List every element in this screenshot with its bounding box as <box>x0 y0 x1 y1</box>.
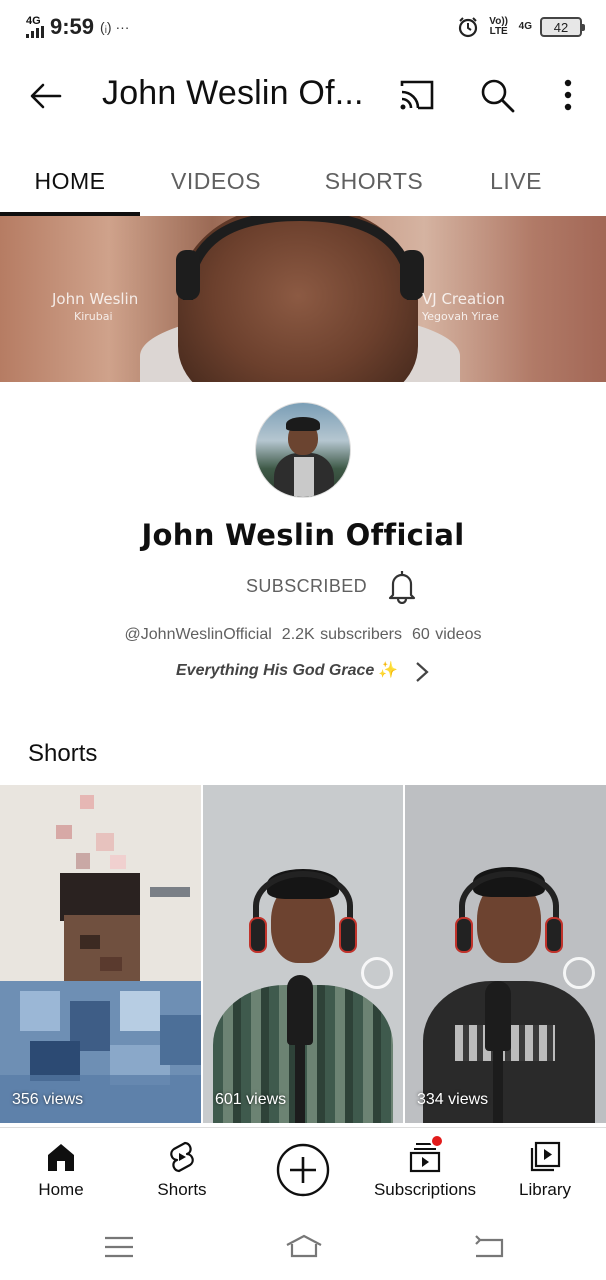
cast-icon[interactable] <box>398 78 436 112</box>
short-views: 334 views <box>417 1091 489 1108</box>
nav-subscriptions[interactable]: Subscriptions <box>368 1128 482 1218</box>
banner-right-subtitle: Yegovah Yirae <box>422 310 499 323</box>
subscribe-row: SUBSCRIBED <box>0 566 606 610</box>
subscribed-button[interactable]: SUBSCRIBED <box>246 576 367 597</box>
subscriber-count: 2.2K subscribers <box>281 626 402 643</box>
video-count: 60 videos <box>411 626 482 643</box>
hotspot-icon: (ᵢ) ··· <box>100 19 130 35</box>
nav-subscriptions-label: Subscriptions <box>373 1180 477 1199</box>
description-text: Everything His God Grace <box>176 662 375 679</box>
channel-banner: John Weslin Kirubai VJ Creation Yegovah … <box>0 216 606 382</box>
sparkle-icon: ✨ <box>378 662 399 679</box>
system-navigation-bar <box>0 1218 606 1280</box>
home-button-icon[interactable] <box>284 1232 324 1262</box>
menu-icon[interactable] <box>102 1232 136 1262</box>
short-thumbnail[interactable]: 334 views <box>405 785 606 1123</box>
bottom-navigation: Home Shorts Subscriptions Library <box>0 1128 606 1218</box>
short-thumbnail[interactable]: 601 views <box>203 785 403 1123</box>
shorts-icon <box>170 1141 194 1173</box>
back-button-icon[interactable] <box>472 1232 506 1262</box>
library-icon <box>530 1141 561 1172</box>
nav-home-label: Home <box>38 1180 84 1199</box>
chevron-right-icon[interactable] <box>414 660 430 684</box>
network-indicator-right: 4G <box>518 21 532 32</box>
tab-live[interactable]: LIVE <box>456 146 576 216</box>
short-views: 356 views <box>12 1091 84 1108</box>
network-type: 4G <box>26 15 41 27</box>
notification-dot <box>430 1134 444 1148</box>
channel-tabs: HOME VIDEOS SHORTS LIVE <box>0 146 606 216</box>
nav-library-label: Library <box>519 1180 571 1199</box>
more-options-icon[interactable] <box>556 76 580 114</box>
status-bar: 4G 9:59 (ᵢ) ··· Vo)) LTE 4G 42 <box>0 0 606 54</box>
short-thumbnail[interactable]: 356 views <box>0 785 201 1123</box>
banner-left-subtitle: Kirubai <box>74 310 113 323</box>
channel-handle: @JohnWeslinOfficial <box>124 626 272 643</box>
banner-right-title: VJ Creation <box>422 290 505 308</box>
signal-indicator: 4G <box>26 16 44 38</box>
short-views: 601 views <box>215 1091 287 1108</box>
back-arrow-icon[interactable] <box>28 78 64 114</box>
battery-icon: 42 <box>540 17 585 37</box>
channel-name: John Weslin Official <box>141 518 465 552</box>
alarm-icon <box>458 17 477 38</box>
search-icon[interactable] <box>478 76 516 114</box>
channel-avatar[interactable] <box>255 402 351 498</box>
shorts-section-title: Shorts <box>28 740 98 767</box>
create-icon[interactable] <box>275 1142 331 1198</box>
nav-shorts-label: Shorts <box>157 1180 207 1199</box>
shorts-grid: 356 views 601 views 334 views <box>0 785 606 1123</box>
app-bar: John Weslin Of... <box>0 56 606 136</box>
nav-shorts[interactable]: Shorts <box>140 1128 224 1218</box>
nav-library[interactable]: Library <box>508 1128 582 1218</box>
tab-videos[interactable]: VIDEOS <box>140 146 292 216</box>
tab-home[interactable]: HOME <box>0 146 140 216</box>
banner-left-title: John Weslin <box>52 290 139 308</box>
channel-description[interactable]: Everything His God Grace ✨ <box>176 660 398 680</box>
nav-home[interactable]: Home <box>20 1128 102 1218</box>
clock: 9:59 <box>50 14 95 39</box>
banner-headphones <box>176 216 424 301</box>
home-icon <box>48 1144 74 1171</box>
volte-indicator: Vo)) LTE <box>489 16 508 37</box>
notification-bell-icon[interactable] <box>386 568 418 604</box>
page-title: John Weslin Of... <box>102 74 364 112</box>
tab-shorts[interactable]: SHORTS <box>292 146 456 216</box>
battery-level: 42 <box>553 19 569 35</box>
channel-meta: @JohnWeslinOfficial 2.2K subscribers 60 vi… <box>0 626 606 644</box>
signal-bars-icon <box>26 26 44 38</box>
